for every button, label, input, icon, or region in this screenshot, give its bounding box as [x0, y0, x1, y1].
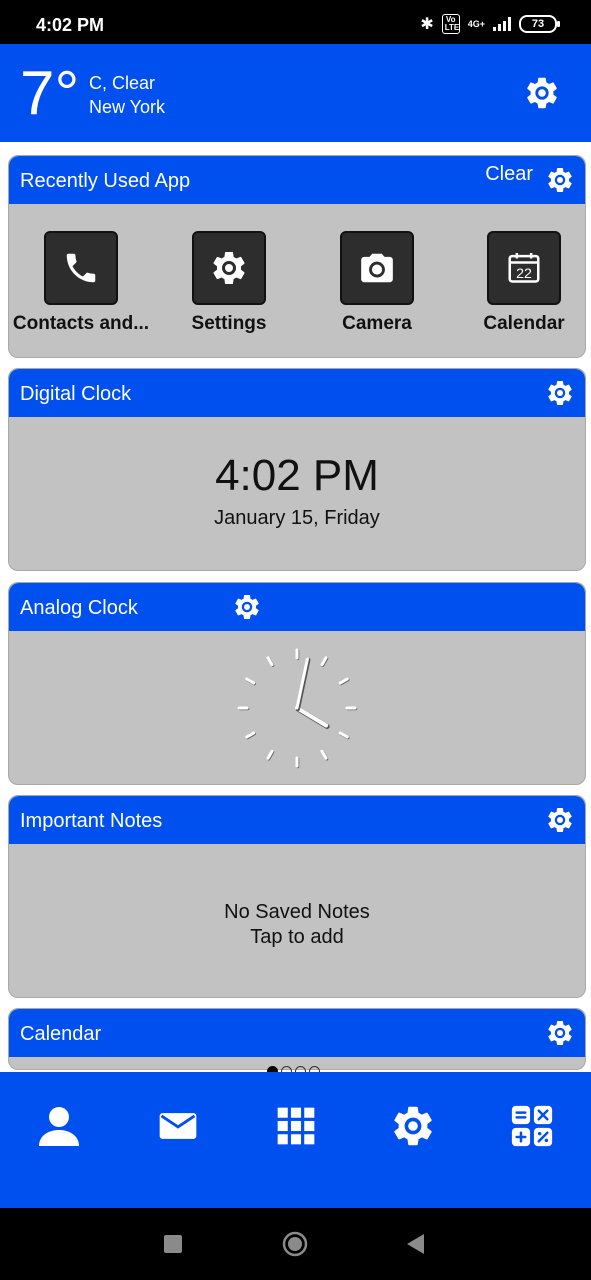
signal-icon: [493, 17, 511, 31]
recent-apps-list: Contacts and... Settings Camera 22 Calen…: [9, 204, 585, 357]
settings-gear-icon: [389, 1102, 437, 1150]
app-settings[interactable]: Settings: [159, 231, 299, 335]
weather-condition: C, Clear: [89, 73, 156, 93]
status-time: 4:02 PM: [36, 15, 105, 35]
calendar-title: Calendar: [20, 1023, 102, 1045]
recents-button[interactable]: [159, 1230, 187, 1258]
gear-icon: [192, 231, 266, 305]
calendar-header: Calendar: [9, 1009, 585, 1057]
calendar-gear-icon[interactable]: [545, 1018, 575, 1048]
notes-body[interactable]: No Saved Notes Tap to add: [9, 844, 585, 997]
weather-settings-gear-icon[interactable]: [523, 74, 561, 112]
calendar-card[interactable]: Calendar: [8, 1008, 586, 1070]
weather-widget[interactable]: 7° C, Clear New York: [0, 44, 591, 142]
system-nav-bar: [0, 1208, 591, 1280]
analog-clock-title: Analog Clock: [20, 597, 138, 619]
notes-tap-hint: Tap to add: [250, 926, 344, 948]
home-button[interactable]: [281, 1230, 309, 1258]
analog-clock-card[interactable]: Analog Clock: [8, 582, 586, 785]
mail-dock-button[interactable]: [154, 1102, 202, 1150]
contact-person-icon: [39, 1107, 79, 1146]
weather-city: New York: [89, 97, 166, 117]
notes-title: Important Notes: [20, 810, 163, 832]
phone-icon: [44, 231, 118, 305]
digital-clock-gear-icon[interactable]: [545, 378, 575, 408]
app-grid-icon: [277, 1107, 315, 1145]
contacts-dock-button[interactable]: [35, 1102, 83, 1150]
app-label: Contacts and...: [12, 313, 150, 334]
bottom-dock: [0, 1072, 591, 1208]
notes-header: Important Notes: [9, 796, 585, 844]
recent-apps-title: Recently Used App: [20, 170, 191, 192]
app-camera[interactable]: Camera: [307, 231, 447, 335]
analog-clock-gear-icon[interactable]: [232, 592, 262, 622]
settings-dock-button[interactable]: [389, 1102, 437, 1150]
camera-icon: [340, 231, 414, 305]
digital-time: 4:02 PM: [215, 451, 379, 500]
recent-apps-card: Recently Used App Clear Contacts and... …: [8, 155, 586, 358]
digital-date: January 15, Friday: [214, 507, 380, 529]
app-label: Camera: [342, 313, 412, 334]
clock-tick: [338, 731, 349, 739]
clear-button[interactable]: Clear: [485, 163, 533, 186]
volte-icon: Vo LTE: [441, 14, 460, 34]
back-button[interactable]: [401, 1230, 429, 1258]
digital-clock-header: Digital Clock: [9, 369, 585, 417]
clock-hour-hand: [295, 706, 329, 728]
digital-clock-body: 4:02 PM January 15, Friday: [9, 417, 585, 570]
notes-gear-icon[interactable]: [545, 805, 575, 835]
analog-clock-body: [9, 631, 585, 784]
temperature: 7°: [20, 59, 80, 128]
network-type: 4G+: [467, 18, 485, 29]
calculator-icon: [511, 1105, 553, 1147]
clock-tick: [266, 656, 274, 667]
analog-clock-face: [237, 648, 358, 769]
status-bar: 4:02 PM ✱ Vo LTE 4G+ 73: [0, 0, 591, 44]
notes-card[interactable]: Important Notes No Saved Notes Tap to ad…: [8, 795, 586, 998]
calculator-dock-button[interactable]: [508, 1102, 556, 1150]
recent-apps-header: Recently Used App Clear: [9, 156, 585, 204]
app-label: Calendar: [483, 313, 565, 334]
mail-icon: [159, 1113, 197, 1139]
bluetooth-icon: ✱: [420, 16, 434, 33]
status-icons: ✱ Vo LTE 4G+ 73: [420, 14, 560, 34]
clock-minute-hand: [295, 657, 309, 710]
battery-icon: 73: [519, 15, 560, 33]
app-contacts[interactable]: Contacts and...: [11, 231, 151, 335]
analog-clock-header: Analog Clock: [9, 583, 585, 631]
digital-clock-title: Digital Clock: [20, 383, 132, 405]
recent-apps-gear-icon[interactable]: [545, 165, 575, 195]
app-label: Settings: [191, 313, 267, 334]
calendar-day: 22: [516, 266, 532, 282]
notes-empty-text: No Saved Notes: [224, 901, 370, 923]
app-calendar[interactable]: 22 Calendar: [454, 231, 585, 335]
apps-dock-button[interactable]: [272, 1102, 320, 1150]
clock-tick: [245, 677, 256, 685]
digital-clock-card[interactable]: Digital Clock 4:02 PM January 15, Friday: [8, 368, 586, 571]
clock-tick: [320, 749, 328, 760]
calendar-icon: 22: [487, 231, 561, 305]
